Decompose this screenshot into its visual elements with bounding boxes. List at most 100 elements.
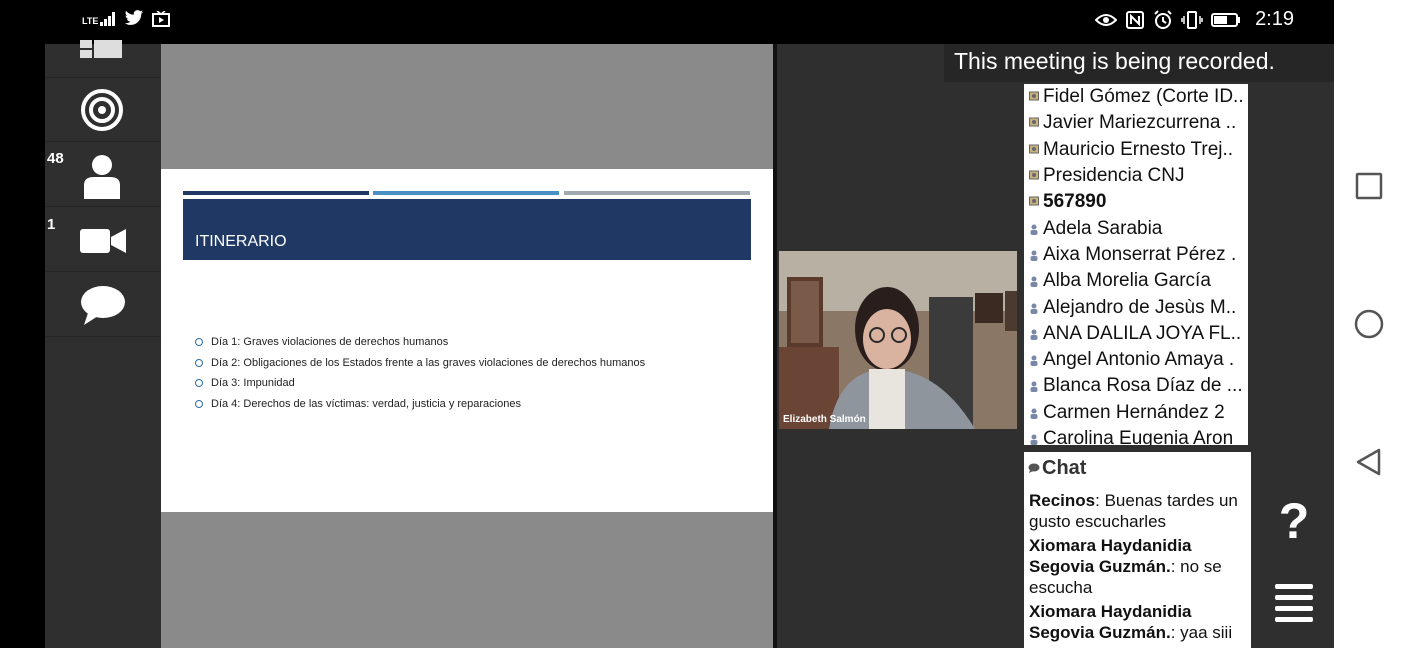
chat-small-icon <box>1028 463 1040 473</box>
attendee-avatar-icon <box>1029 91 1039 101</box>
person-small-icon <box>1030 408 1038 419</box>
participant-row[interactable]: ANA DALILA JOYA FL.. <box>1024 321 1248 347</box>
participant-name: 567890 <box>1043 191 1107 213</box>
square-icon <box>1355 172 1383 200</box>
participant-row[interactable]: Presidencia CNJ <box>1024 163 1248 189</box>
person-small-icon <box>1030 329 1038 340</box>
participants-list[interactable]: Fidel Gómez (Corte ID.. Javier Mariezcurr… <box>1024 84 1248 445</box>
participant-row[interactable]: Alejandro de Jesùs M.. <box>1024 294 1248 320</box>
help-button[interactable]: ? <box>1270 492 1318 549</box>
attendee-avatar-icon <box>1029 144 1039 154</box>
bullet-circle-icon <box>195 399 203 408</box>
tv-icon <box>152 10 171 27</box>
participant-row[interactable]: Carolina Eugenia Aron <box>1024 426 1248 445</box>
participant-row[interactable]: Fidel Gómez (Corte ID.. <box>1024 84 1248 110</box>
eye-icon <box>1095 13 1118 26</box>
attendee-avatar-icon <box>1029 170 1039 180</box>
layout-icon <box>80 40 122 58</box>
left-toolbar: 48 1 <box>45 40 161 648</box>
participant-name: Presidencia CNJ <box>1043 165 1185 187</box>
participants-button[interactable]: 48 <box>45 143 161 207</box>
nfc-icon <box>1126 10 1145 29</box>
person-icon <box>84 155 120 199</box>
participant-row[interactable]: Angel Antonio Amaya . <box>1024 347 1248 373</box>
camera-icon <box>80 229 126 253</box>
chat-bubble-icon <box>81 286 125 325</box>
status-bar: LTE 2:19 <box>0 0 1334 44</box>
video-feed <box>779 251 1017 429</box>
slide-bar-2 <box>373 191 559 195</box>
slide-bar-1 <box>183 191 369 195</box>
video-button[interactable]: 1 <box>45 208 161 272</box>
person-small-icon <box>1030 355 1038 367</box>
video-tile[interactable]: Elizabeth Salmón <box>779 251 1017 429</box>
participant-name: Carmen Hernández 2 <box>1043 401 1225 423</box>
participant-name: Mauricio Ernesto Trej.. <box>1043 138 1234 160</box>
attendee-avatar-icon <box>1029 117 1039 127</box>
home-button[interactable] <box>1354 309 1384 339</box>
person-small-icon <box>1030 250 1038 261</box>
triangle-back-icon <box>1356 448 1381 476</box>
participant-row[interactable]: Carmen Hernández 2 <box>1024 400 1248 426</box>
network-type: LTE <box>82 15 99 26</box>
participant-name: Aixa Monserrat Pérez . <box>1043 243 1237 265</box>
participant-row[interactable]: 567890 <box>1024 189 1248 215</box>
slide-bullet: Día 2: Obligaciones de los Estados frent… <box>195 353 645 374</box>
menu-button[interactable] <box>1275 583 1313 625</box>
back-button[interactable] <box>1354 447 1384 477</box>
person-small-icon <box>1030 381 1038 393</box>
broadcast-button[interactable] <box>45 78 161 142</box>
slide-bullet: Día 1: Graves violaciones de derechos hu… <box>195 332 645 353</box>
bullet-circle-icon <box>195 338 203 347</box>
participant-name: Alejandro de Jesùs M.. <box>1043 296 1237 318</box>
hamburger-icon <box>1275 584 1313 622</box>
participant-row[interactable]: Alba Morelia García <box>1024 268 1248 294</box>
participant-row[interactable]: Mauricio Ernesto Trej.. <box>1024 137 1248 163</box>
participant-row[interactable]: Adela Sarabia <box>1024 215 1248 241</box>
bullet-circle-icon <box>195 379 203 388</box>
participant-name: Alba Morelia García <box>1043 270 1211 292</box>
battery-icon <box>1211 12 1241 27</box>
video-participant-name: Elizabeth Salmón <box>783 414 866 425</box>
chat-message: Xiomara Haydanidia Segovia Guzmán.: yaa … <box>1029 601 1247 643</box>
bullet-circle-icon <box>195 358 203 367</box>
slide-bullets: Día 1: Graves violaciones de derechos hu… <box>195 332 645 414</box>
status-right: 2:19 <box>1095 8 1294 31</box>
clock: 2:19 <box>1255 8 1294 30</box>
chat-messages: Recinos: Buenas tardes un gusto escuchar… <box>1024 484 1251 643</box>
chat-author: Xiomara Haydanidia Segovia Guzmán. <box>1029 536 1192 576</box>
vibrate-icon <box>1181 10 1203 29</box>
participant-name: Javier Mariezcurrena .. <box>1043 112 1237 134</box>
target-icon <box>81 89 123 131</box>
slide-bullet: Día 4: Derechos de las víctimas: verdad,… <box>195 394 645 415</box>
chat-message: Xiomara Haydanidia Segovia Guzmán.: no s… <box>1029 535 1247 598</box>
chat-button[interactable] <box>45 273 161 337</box>
recents-button[interactable] <box>1354 171 1384 201</box>
participant-row[interactable]: Javier Mariezcurrena .. <box>1024 110 1248 136</box>
chat-text: : yaa siii <box>1170 623 1233 642</box>
signal-icon: LTE <box>82 11 116 26</box>
status-left: LTE <box>82 10 171 27</box>
participant-row[interactable]: Blanca Rosa Díaz de ... <box>1024 373 1248 399</box>
person-small-icon <box>1030 303 1038 314</box>
participant-name: Fidel Gómez (Corte ID.. <box>1043 86 1244 108</box>
slide-bar-3 <box>564 191 750 195</box>
circle-icon <box>1354 309 1384 339</box>
recording-banner: This meeting is being recorded. <box>944 44 1334 82</box>
participant-name: Angel Antonio Amaya . <box>1043 349 1235 371</box>
participant-row[interactable]: Aixa Monserrat Pérez . <box>1024 242 1248 268</box>
attendee-avatar-icon <box>1029 196 1039 206</box>
chat-title: Chat <box>1042 456 1087 479</box>
chat-author: Xiomara Haydanidia Segovia Guzmán. <box>1029 602 1192 642</box>
participant-name: Blanca Rosa Díaz de ... <box>1043 375 1243 397</box>
participant-name: Carolina Eugenia Aron <box>1043 428 1234 445</box>
presentation-slide: ITINERARIO Día 1: Graves violaciones de … <box>161 169 773 512</box>
app-root: LTE 2:19 48 1 ITINERARIO Día 1: Graves v… <box>0 0 1404 648</box>
chat-message: Recinos: Buenas tardes un gusto escuchar… <box>1029 490 1247 532</box>
chat-panel[interactable]: Chat Recinos: Buenas tardes un gusto esc… <box>1024 452 1251 648</box>
person-small-icon <box>1030 224 1038 235</box>
video-count: 1 <box>47 216 56 233</box>
layout-button[interactable] <box>45 36 161 78</box>
chat-header: Chat <box>1024 452 1251 484</box>
slide-bullet: Día 3: Impunidad <box>195 373 645 394</box>
